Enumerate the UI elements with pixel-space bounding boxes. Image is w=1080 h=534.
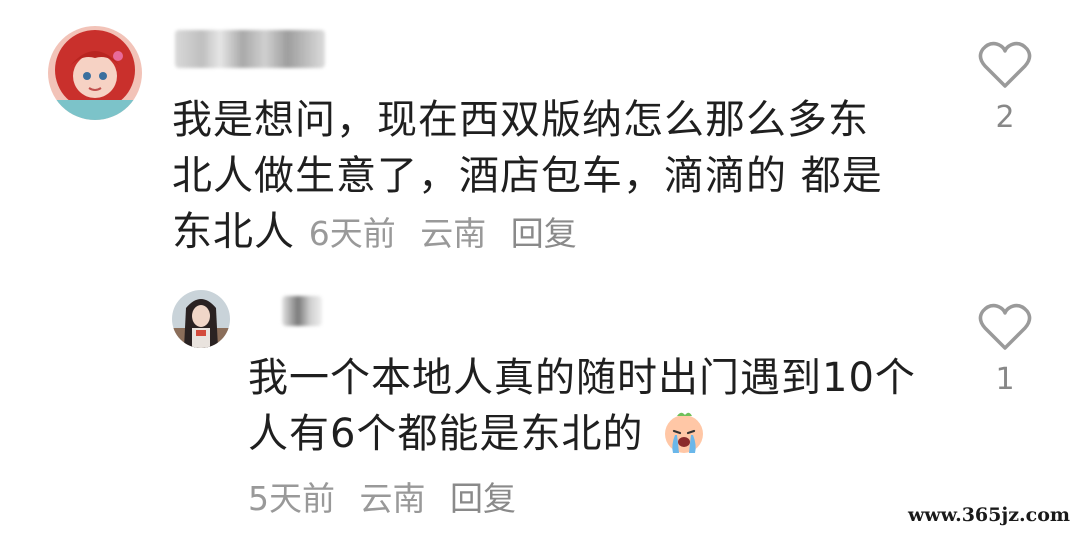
like-count: 1 bbox=[995, 362, 1015, 397]
heart-icon bbox=[978, 303, 1032, 350]
comment-line-last: 东北人 6天前 云南 回复 bbox=[172, 204, 892, 262]
like-button[interactable]: 1 bbox=[970, 302, 1040, 397]
like-button[interactable]: 2 bbox=[970, 40, 1040, 135]
comment-line: 北人做生意了，酒店包车，滴滴的 都是 bbox=[172, 153, 883, 199]
reply-button[interactable]: 回复 bbox=[450, 479, 516, 518]
comment-meta: 6天前 云南 回复 bbox=[309, 214, 591, 253]
avatar-image bbox=[48, 26, 142, 120]
reply-button[interactable]: 回复 bbox=[511, 214, 577, 253]
crying-face-emoji-icon bbox=[665, 412, 704, 453]
location: 云南 bbox=[420, 214, 487, 253]
avatar[interactable] bbox=[48, 26, 142, 120]
comment-line: 人有6个都能是东北的 bbox=[248, 411, 644, 457]
location: 云南 bbox=[359, 479, 426, 518]
username-blurred[interactable] bbox=[282, 296, 322, 326]
timestamp: 6天前 bbox=[308, 214, 396, 253]
watermark: www.365jz.com bbox=[907, 504, 1070, 526]
avatar-image bbox=[172, 290, 230, 348]
comment-text: 我是想问，现在西双版纳怎么那么多东 北人做生意了，酒店包车，滴滴的 都是 东北人… bbox=[172, 92, 892, 262]
comment-line: 我一个本地人真的随时出门遇到10个 bbox=[248, 355, 916, 401]
username-blurred[interactable] bbox=[175, 30, 325, 68]
like-count: 2 bbox=[995, 100, 1015, 135]
timestamp: 5天前 bbox=[248, 479, 335, 518]
comment-line: 东北人 bbox=[172, 209, 295, 255]
comment-line-last: 人有6个都能是东北的 bbox=[248, 406, 948, 462]
comment-meta: 5天前 云南 回复 bbox=[248, 472, 530, 520]
comment-text: 我一个本地人真的随时出门遇到10个 人有6个都能是东北的 bbox=[248, 350, 948, 462]
comment-line: 我是想问，现在西双版纳怎么那么多东 bbox=[172, 97, 869, 143]
avatar[interactable] bbox=[172, 290, 230, 348]
heart-icon bbox=[978, 41, 1032, 88]
